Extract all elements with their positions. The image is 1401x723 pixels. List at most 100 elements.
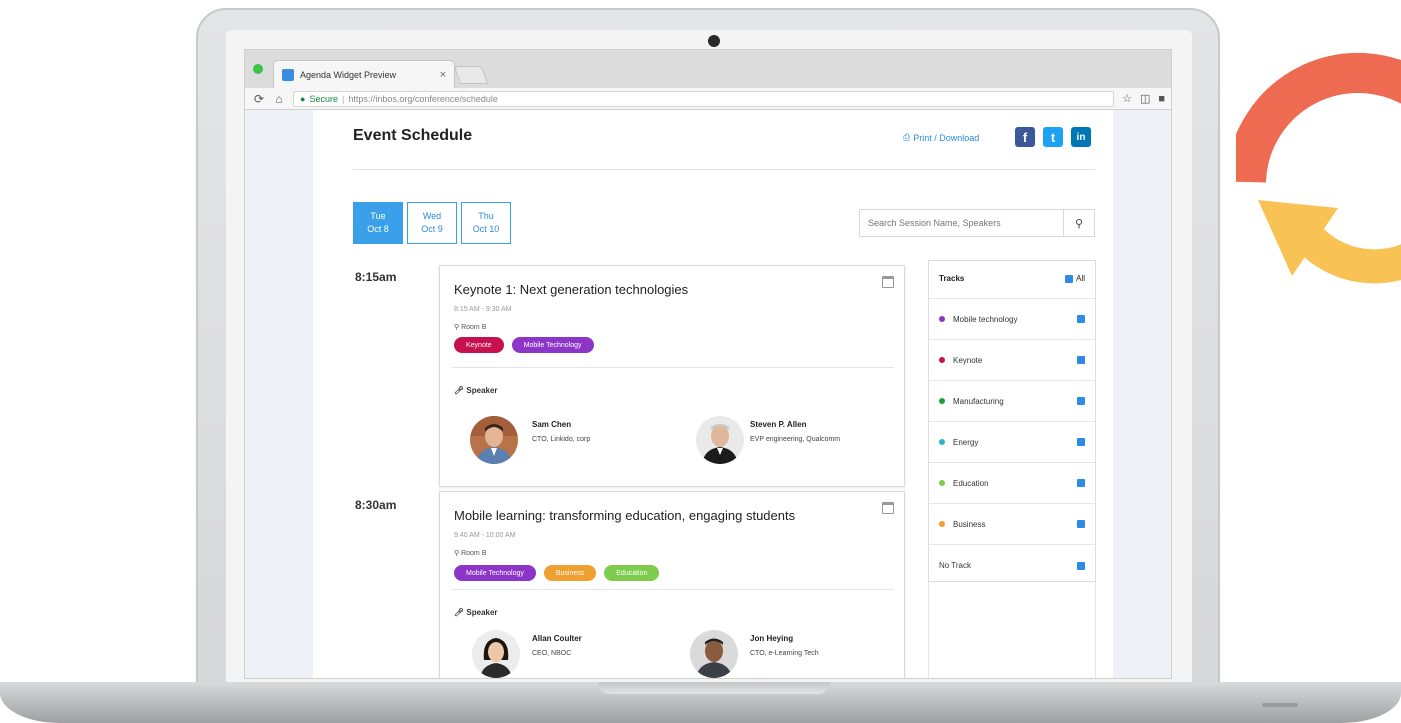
checkbox-icon[interactable] (1077, 397, 1085, 405)
checkbox-icon[interactable] (1077, 356, 1085, 364)
print-download-label: Print / Download (913, 132, 980, 143)
speaker-heading-label: Speaker (466, 386, 498, 395)
speaker-role: CEO, NBOC (532, 650, 572, 657)
camera-icon (708, 35, 720, 47)
session-time-label: 8:30am (355, 498, 397, 512)
track-label: Mobile technology (953, 314, 1018, 324)
tab-agenda-widget[interactable]: Agenda Widget Preview × (273, 60, 455, 88)
tab-bar: Agenda Widget Preview × (245, 50, 1171, 88)
card-divider (452, 367, 894, 368)
track-color-dot (939, 521, 945, 527)
home-icon[interactable]: ⌂ (273, 92, 285, 106)
speaker-name[interactable]: Steven P. Allen (750, 420, 806, 429)
track-label: Business (953, 519, 986, 529)
speaker-heading: 🎤︎ Speaker (454, 608, 498, 617)
location-pin-icon: ⚲ (454, 550, 460, 557)
facebook-icon[interactable]: f (1015, 127, 1035, 147)
tag-business[interactable]: Business (543, 565, 597, 581)
session-search: ⚲ (859, 209, 1095, 237)
speaker-name[interactable]: Allan Coulter (532, 634, 582, 643)
search-icon: ⚲ (1074, 217, 1084, 230)
track-item-energy[interactable]: Energy (929, 422, 1095, 463)
track-item-business[interactable]: Business (929, 504, 1095, 545)
extension-icon[interactable]: ◫ (1140, 92, 1150, 105)
reload-icon[interactable]: ⟳ (253, 92, 265, 106)
track-item-manufacturing[interactable]: Manufacturing (929, 381, 1095, 422)
session-room-label: Room B (461, 324, 487, 331)
track-item-education[interactable]: Education (929, 463, 1095, 504)
day-tab-thu[interactable]: Thu Oct 10 (461, 202, 511, 244)
url-text: https://inbos.org/conference/schedule (348, 93, 498, 104)
avatar[interactable] (470, 416, 518, 464)
track-label: Keynote (953, 355, 983, 365)
session-tags: Keynote Mobile Technology (454, 337, 594, 353)
checkbox-icon[interactable] (1077, 479, 1085, 487)
twitter-icon[interactable]: t (1043, 127, 1063, 147)
search-input[interactable] (860, 210, 1064, 236)
checkbox-icon[interactable] (1077, 315, 1085, 323)
track-label: No Track (939, 561, 972, 570)
track-color-dot (939, 316, 945, 322)
brand-logo (1236, 40, 1401, 300)
add-to-calendar-icon[interactable] (882, 502, 894, 514)
session-tags: Mobile Technology Business Education (454, 565, 660, 581)
track-label: Education (953, 478, 989, 488)
location-pin-icon: ⚲ (454, 324, 460, 331)
search-button[interactable]: ⚲ (1064, 210, 1094, 236)
page-viewport: Event Schedule ⎙ Print / Download f t in… (245, 110, 1171, 678)
window-control-icon[interactable] (253, 64, 263, 74)
session-title[interactable]: Mobile learning: transforming education,… (454, 508, 795, 523)
linkedin-icon[interactable]: in (1071, 127, 1091, 147)
speaker-name[interactable]: Sam Chen (532, 420, 571, 429)
laptop-slot (1262, 703, 1298, 707)
add-to-calendar-icon[interactable] (882, 276, 894, 288)
page-title: Event Schedule (353, 127, 473, 144)
session-room: ⚲ Room B (454, 323, 486, 331)
track-item-no-track[interactable]: No Track (929, 545, 1095, 586)
track-item-keynote[interactable]: Keynote (929, 340, 1095, 381)
tracks-header: Tracks All (929, 261, 1095, 299)
day-tab-tue[interactable]: Tue Oct 8 (353, 202, 403, 244)
tag-education[interactable]: Education (604, 565, 660, 581)
session-room: ⚲ Room B (454, 549, 486, 557)
speaker-name[interactable]: Jon Heying (750, 634, 793, 643)
day-tab-date: Oct 10 (472, 224, 500, 234)
star-icon[interactable]: ☆ (1122, 92, 1132, 105)
new-tab-button[interactable] (453, 66, 489, 84)
printer-icon: ⎙ (903, 132, 911, 142)
print-download-link[interactable]: ⎙ Print / Download (903, 132, 979, 143)
address-bar: ⟳ ⌂ ● Secure | https://inbos.org/confere… (245, 88, 1171, 110)
tracks-all-toggle[interactable]: All (1065, 274, 1085, 283)
tag-mobile-technology[interactable]: Mobile Technology (454, 565, 536, 581)
track-item-mobile-technology[interactable]: Mobile technology (929, 299, 1095, 340)
session-time-range: 9:40 AM - 10:00 AM (454, 532, 516, 539)
laptop-base-notch (598, 682, 830, 694)
track-color-dot (939, 439, 945, 445)
url-input[interactable]: ● Secure | https://inbos.org/conference/… (293, 90, 1115, 107)
tab-title: Agenda Widget Preview (300, 69, 397, 80)
speaker-role: CTO, e-Learning Tech (750, 650, 819, 657)
checkbox-icon[interactable] (1077, 438, 1085, 446)
tag-keynote[interactable]: Keynote (454, 337, 504, 353)
avatar[interactable] (472, 630, 520, 678)
session-card[interactable]: Keynote 1: Next generation technologies … (439, 265, 905, 487)
checkbox-icon[interactable] (1065, 274, 1074, 283)
microphone-icon: 🎤︎ (454, 386, 465, 395)
speaker-heading: 🎤︎ Speaker (454, 386, 498, 395)
session-time-range: 8:15 AM - 9:30 AM (454, 306, 512, 313)
avatar[interactable] (690, 630, 738, 678)
agenda-widget: Event Schedule ⎙ Print / Download f t in… (313, 110, 1113, 678)
session-title[interactable]: Keynote 1: Next generation technologies (454, 282, 688, 297)
tracks-all-label: All (1076, 274, 1085, 283)
menu-icon[interactable]: ■ (1158, 93, 1165, 105)
tag-mobile-technology[interactable]: Mobile Technology (511, 337, 594, 353)
track-color-dot (939, 398, 945, 404)
checkbox-icon[interactable] (1077, 520, 1085, 528)
day-tab-wed[interactable]: Wed Oct 9 (407, 202, 457, 244)
session-card[interactable]: Mobile learning: transforming education,… (439, 491, 905, 678)
avatar[interactable] (696, 416, 744, 464)
close-tab-icon[interactable]: × (440, 69, 446, 81)
url-separator: | (341, 93, 345, 104)
day-tab-date: Oct 9 (421, 224, 443, 234)
checkbox-icon[interactable] (1077, 561, 1085, 570)
